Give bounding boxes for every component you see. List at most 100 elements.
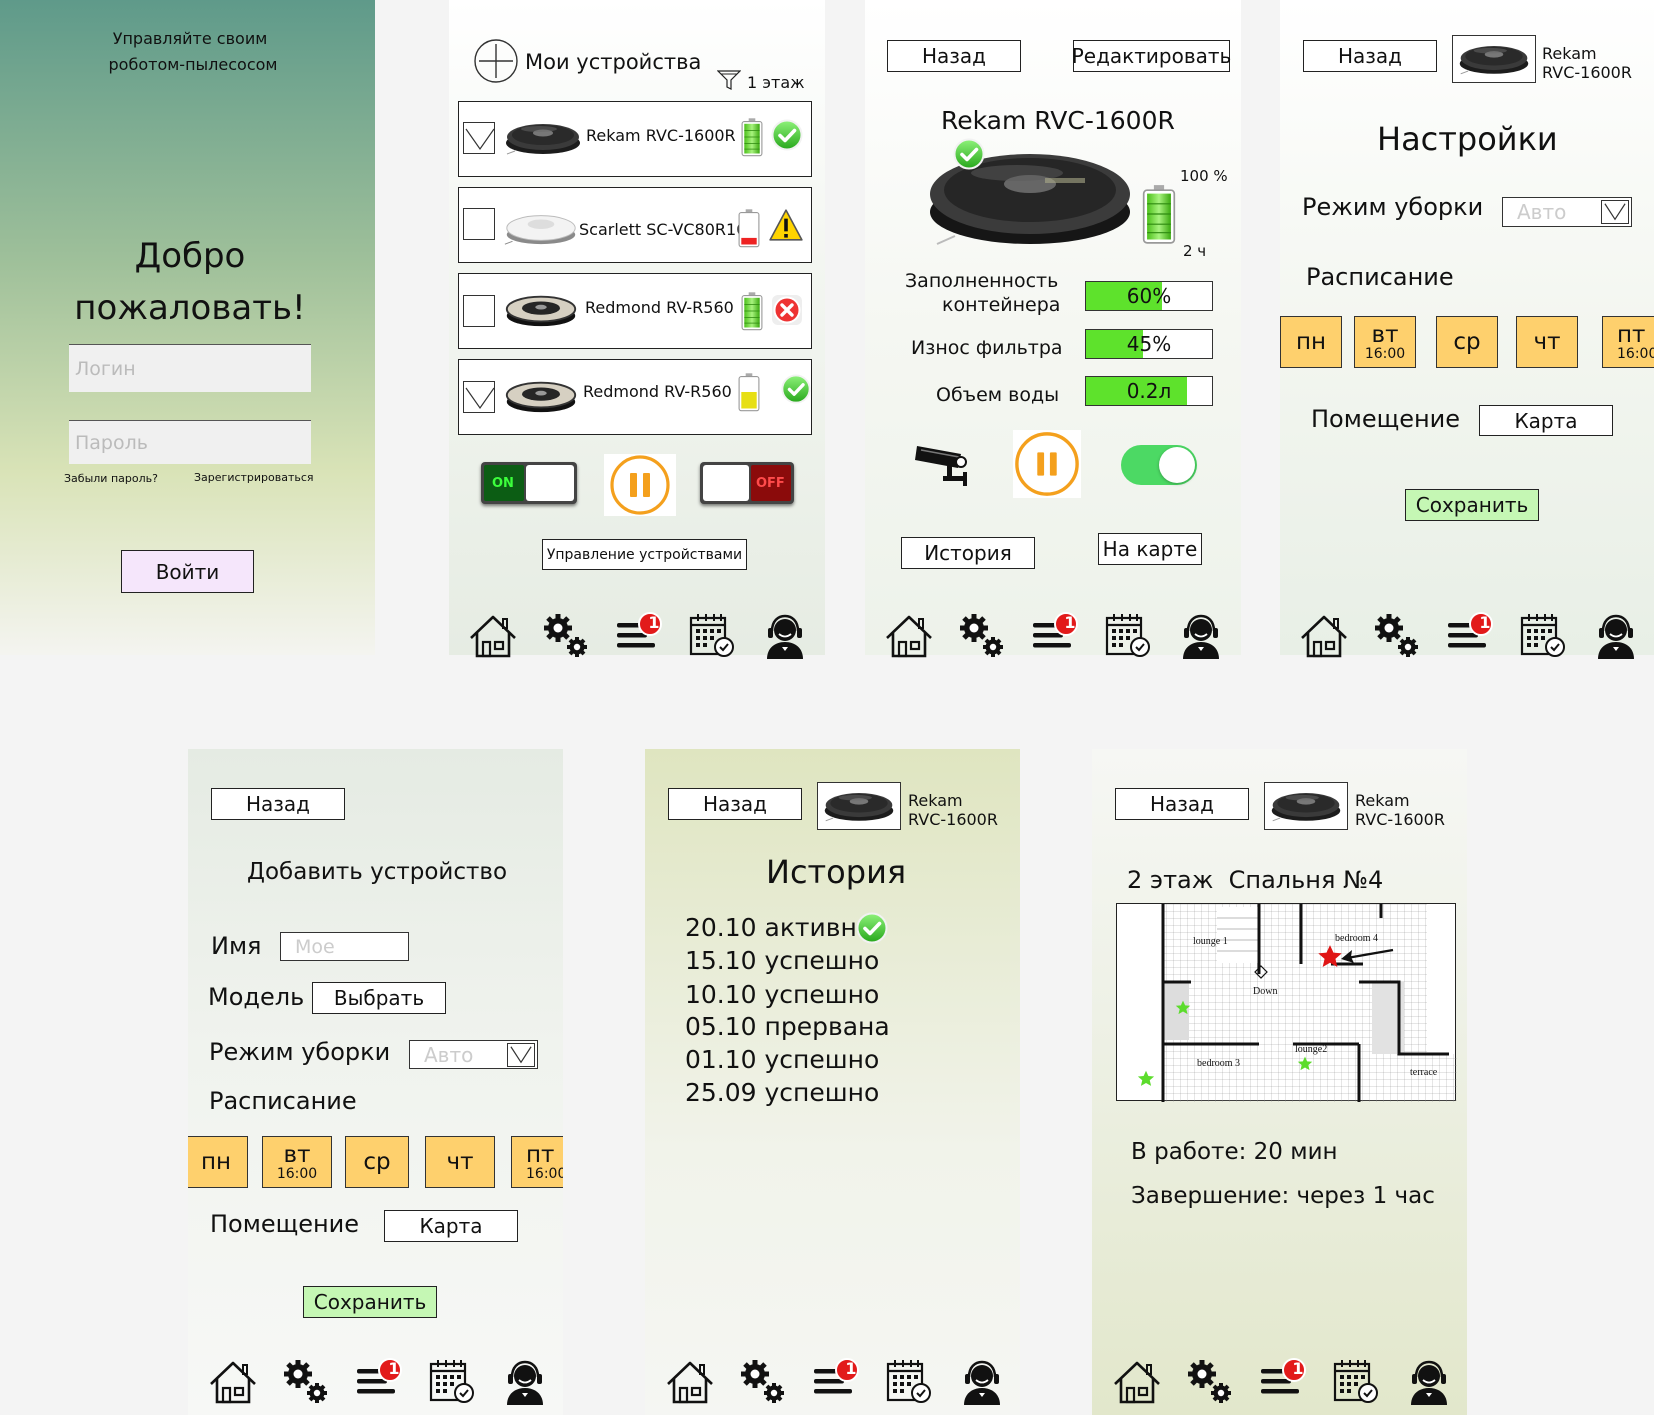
- notifications-list-nav-button[interactable]: 1: [1445, 611, 1495, 661]
- map-button[interactable]: Карта: [384, 1210, 518, 1242]
- filter-icon[interactable]: [717, 69, 741, 91]
- day-thu[interactable]: чт: [425, 1136, 495, 1188]
- pause-all-button[interactable]: [604, 454, 676, 516]
- battery-full-icon: [1142, 182, 1176, 246]
- floor-filter-label[interactable]: 1 этаж: [747, 73, 805, 92]
- settings-gears-nav-button[interactable]: [1185, 1357, 1235, 1407]
- back-button[interactable]: Назад: [211, 788, 345, 820]
- day-thu[interactable]: чт: [1516, 316, 1578, 368]
- device-checkbox[interactable]: [463, 295, 495, 327]
- settings-title: Настройки: [1377, 120, 1558, 158]
- notifications-list-nav-button[interactable]: 1: [811, 1357, 861, 1407]
- home-nav-button[interactable]: [208, 1357, 258, 1407]
- day-mon[interactable]: пн: [188, 1136, 248, 1188]
- device-card[interactable]: Redmond RV-R560: [458, 273, 812, 349]
- history-title: История: [766, 853, 907, 891]
- settings-gears-nav-button[interactable]: [957, 611, 1007, 661]
- settings-gears-nav-button[interactable]: [1372, 611, 1422, 661]
- save-button[interactable]: Сохранить: [303, 1286, 437, 1318]
- show-on-map-button[interactable]: На карте: [1098, 533, 1202, 565]
- container-label-line1: Заполненность: [905, 270, 1059, 292]
- device-card[interactable]: Rekam RVC-1600R: [458, 101, 812, 177]
- support-operator-nav-button[interactable]: [957, 1357, 1007, 1407]
- support-operator-nav-button[interactable]: [760, 611, 810, 661]
- pause-button[interactable]: [1013, 430, 1081, 498]
- name-input[interactable]: Мое: [280, 932, 409, 961]
- password-input[interactable]: Пароль: [69, 420, 311, 464]
- login-input[interactable]: Логин: [69, 344, 311, 392]
- register-link[interactable]: Зарегистрироваться: [194, 471, 314, 484]
- device-checkbox[interactable]: [463, 122, 495, 154]
- support-operator-nav-button[interactable]: [1591, 611, 1641, 661]
- day-fri[interactable]: пт 16:00: [1602, 316, 1654, 368]
- device-card[interactable]: Redmond RV-R560: [458, 359, 812, 435]
- home-nav-button[interactable]: [1299, 611, 1349, 661]
- battery-percent: 100 %: [1180, 167, 1228, 185]
- home-nav-button[interactable]: [884, 611, 934, 661]
- forgot-password-link[interactable]: Забыли пароль?: [64, 472, 158, 485]
- device-card[interactable]: Scarlett SC-VC80R10: [458, 187, 812, 263]
- day-tue[interactable]: вт 16:00: [1354, 316, 1416, 368]
- calendar-nav-button[interactable]: [1331, 1357, 1381, 1407]
- day-wed[interactable]: ср: [345, 1136, 409, 1188]
- notification-badge: 1: [845, 1359, 857, 1378]
- calendar-nav-button[interactable]: [1103, 611, 1153, 661]
- notifications-list-nav-button[interactable]: 1: [354, 1357, 404, 1407]
- room-label-bedroom3: bedroom 3: [1197, 1058, 1241, 1069]
- back-button[interactable]: Назад: [668, 788, 802, 820]
- notifications-list-nav-button[interactable]: 1: [1030, 611, 1080, 661]
- edit-button[interactable]: Редактировать: [1072, 40, 1231, 72]
- cleaning-mode-select[interactable]: Авто: [409, 1040, 538, 1069]
- manage-devices-button[interactable]: Управление устройствами: [542, 539, 747, 570]
- calendar-icon: [427, 1357, 477, 1407]
- settings-gears-nav-button[interactable]: [738, 1357, 788, 1407]
- device-thumbnail: [1452, 35, 1536, 83]
- device-name: Rekam RVC-1600R: [586, 126, 736, 145]
- day-fri[interactable]: пт 16:00: [511, 1136, 563, 1188]
- cleaning-mode-select[interactable]: Авто: [1502, 197, 1632, 227]
- support-operator-nav-button[interactable]: [1176, 611, 1226, 661]
- all-off-switch[interactable]: OFF: [700, 462, 794, 504]
- day-tue[interactable]: вт 16:00: [262, 1136, 332, 1188]
- day-mon[interactable]: пн: [1280, 316, 1342, 368]
- support-operator-nav-button[interactable]: [1404, 1357, 1454, 1407]
- settings-gears-nav-button[interactable]: [541, 611, 591, 661]
- home-nav-button[interactable]: [468, 611, 518, 661]
- support-operator-nav-button[interactable]: [500, 1357, 550, 1407]
- settings-gears-icon: [957, 611, 1007, 661]
- all-on-switch[interactable]: ON: [481, 462, 577, 504]
- battery-full-icon: [741, 117, 763, 157]
- chevron-down-icon: [507, 1043, 535, 1067]
- dock-star-icon: [1175, 1000, 1191, 1015]
- calendar-nav-button[interactable]: [687, 611, 737, 661]
- notifications-list-nav-button[interactable]: 1: [614, 611, 664, 661]
- add-device-icon[interactable]: [473, 38, 519, 84]
- back-button[interactable]: Назад: [1115, 788, 1249, 820]
- device-checkbox[interactable]: [463, 381, 495, 413]
- calendar-nav-button[interactable]: [1518, 611, 1568, 661]
- history-button[interactable]: История: [901, 537, 1035, 569]
- back-button[interactable]: Назад: [887, 40, 1021, 72]
- power-toggle[interactable]: [1121, 445, 1197, 485]
- home-nav-button[interactable]: [1112, 1357, 1162, 1407]
- settings-gears-nav-button[interactable]: [281, 1357, 331, 1407]
- schedule-label: Расписание: [209, 1087, 357, 1115]
- back-button[interactable]: Назад: [1303, 40, 1437, 72]
- notification-badge: 1: [648, 613, 660, 632]
- device-checkbox[interactable]: [463, 208, 495, 240]
- bottom-nav: 1: [665, 1352, 1007, 1412]
- model-label: Модель: [208, 983, 305, 1011]
- notifications-list-nav-button[interactable]: 1: [1258, 1357, 1308, 1407]
- choose-model-button[interactable]: Выбрать: [312, 982, 446, 1014]
- floor-plan-map[interactable]: lounge 1 bedroom 4 Down bedroom 3 lounge…: [1116, 903, 1457, 1102]
- cleaning-mode-value: Авто: [1517, 200, 1567, 224]
- login-button[interactable]: Войти: [121, 550, 254, 593]
- save-button[interactable]: Сохранить: [1405, 489, 1539, 521]
- calendar-nav-button[interactable]: [427, 1357, 477, 1407]
- home-nav-button[interactable]: [665, 1357, 715, 1407]
- calendar-nav-button[interactable]: [884, 1357, 934, 1407]
- day-wed[interactable]: ср: [1436, 316, 1498, 368]
- map-button[interactable]: Карта: [1479, 405, 1613, 436]
- camera-icon[interactable]: [913, 438, 973, 488]
- history-entry: 01.10 успешно: [685, 1045, 880, 1074]
